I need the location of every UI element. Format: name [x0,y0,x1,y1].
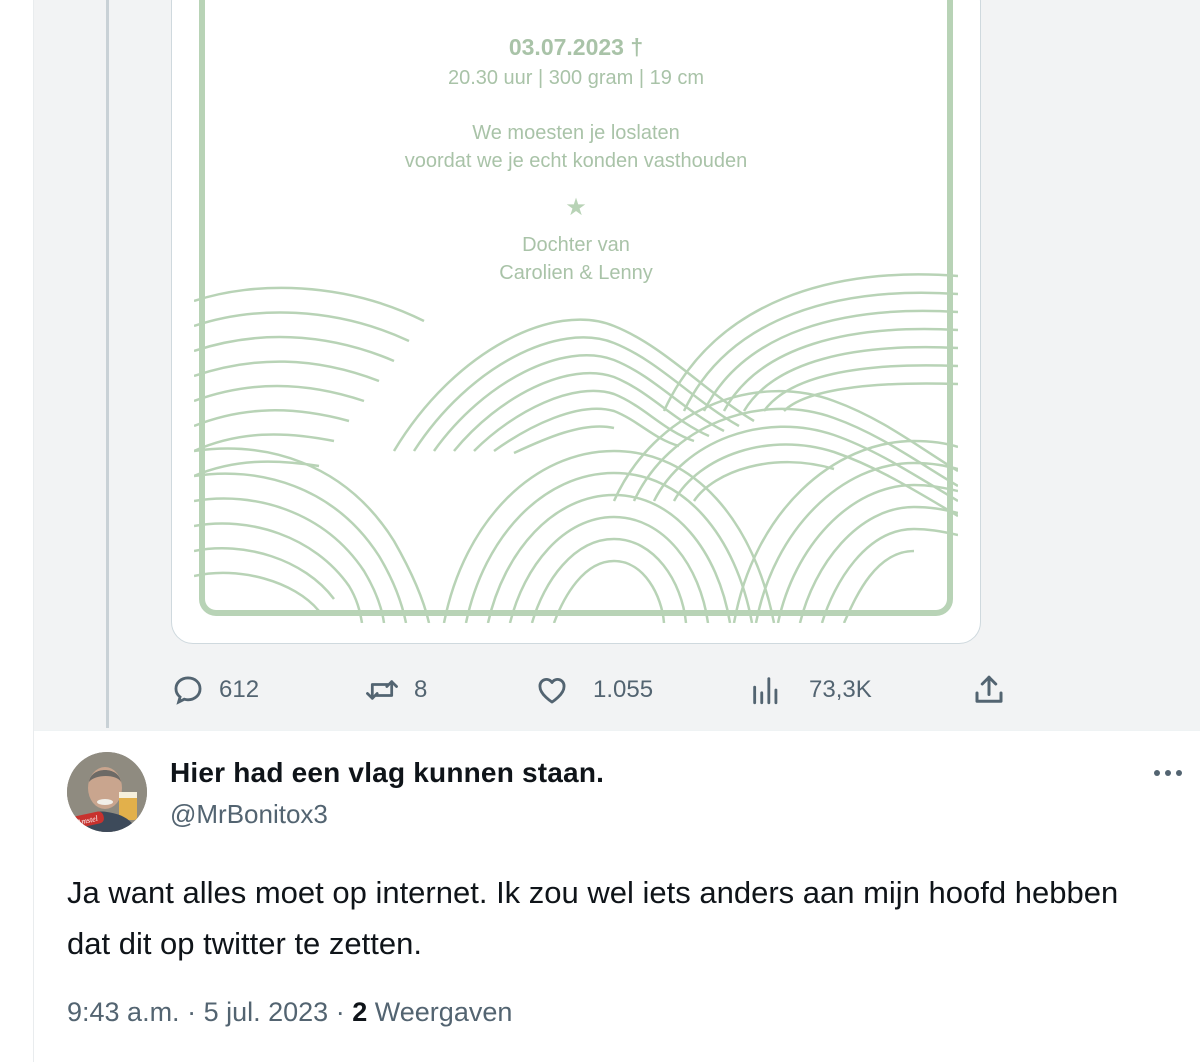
like-count: 1.055 [593,676,654,703]
more-icon [1154,770,1182,776]
tweet-time[interactable]: 9:43 a.m. [67,997,180,1027]
tweet-text: Ja want alles moet op internet. Ik zou w… [67,875,1119,961]
heart-icon [538,678,566,704]
memorial-card-image[interactable]: 03.07.2023 † 20.30 uur | 300 gram | 19 c… [194,0,958,623]
like-button[interactable]: 1.055 [535,668,653,712]
user-handle[interactable]: @MrBonitox3 [170,799,328,830]
card-parents-line2: Carolien & Lenny [499,262,652,284]
star-icon: ★ [565,194,587,221]
tweet-actions-bar: 612 8 1.055 73,3K [171,668,1021,712]
avatar[interactable]: Amstel [67,752,147,832]
avatar-image: Amstel [67,752,147,832]
views-count: 73,3K [809,676,872,703]
tweet-views-count: 2 [352,997,368,1027]
retweet-icon [366,680,398,700]
views-button[interactable]: 73,3K [749,668,872,712]
thread-line [106,0,109,728]
meta-separator: · [187,997,197,1027]
section-divider [34,730,1200,731]
reply-count: 612 [219,676,260,703]
share-button[interactable] [971,668,1007,712]
reply-button[interactable]: 612 [171,668,259,712]
meta-separator: · [335,997,345,1027]
share-icon [975,675,1003,703]
retweet-count: 8 [414,676,428,703]
card-poem-line2: voordat we je echt konden vasthouden [405,150,747,172]
card-date: 03.07.2023 † [509,34,643,60]
more-options-button[interactable] [1148,758,1188,788]
display-name[interactable]: Hier had een vlag kunnen staan. [170,757,604,789]
retweet-button[interactable]: 8 [364,668,427,712]
analytics-icon [753,677,778,705]
card-parents-line1: Dochter van [522,234,630,256]
card-poem-line1: We moesten je loslaten [472,122,680,144]
reply-icon [174,676,202,705]
tweet-media-card[interactable]: 03.07.2023 † 20.30 uur | 300 gram | 19 c… [171,0,981,644]
left-gutter [0,0,34,1062]
tweet-views-label: Weergaven [374,997,513,1027]
tweet-date[interactable]: 5 jul. 2023 [204,997,329,1027]
card-details: 20.30 uur | 300 gram | 19 cm [448,67,704,89]
tweet-metadata: 9:43 a.m. · 5 jul. 2023 · 2 Weergaven [67,997,512,1028]
